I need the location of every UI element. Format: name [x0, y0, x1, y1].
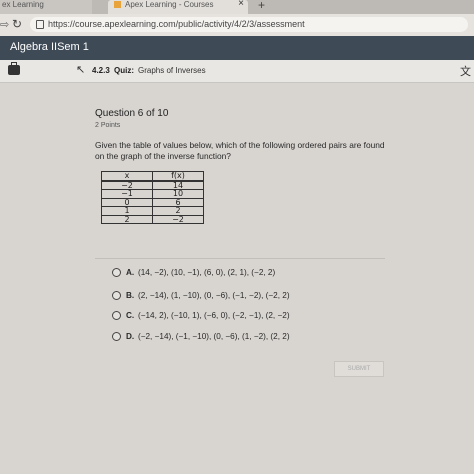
- radio-button[interactable]: [112, 332, 121, 341]
- new-tab-icon[interactable]: +: [258, 0, 265, 12]
- table-row: −1 10: [101, 189, 204, 199]
- table-row: 2 −2: [101, 214, 204, 224]
- table-header-fx: f(x): [152, 171, 204, 182]
- option-letter: C.: [126, 311, 135, 320]
- table-cell: 2: [101, 214, 153, 224]
- table-header-row: x f(x): [101, 171, 204, 182]
- section-divider: [95, 258, 385, 259]
- option-text: (−14, 2), (−10, 1), (−6, 0), (−2, −1), (…: [138, 311, 290, 320]
- values-table: x f(x) −2 14 −1 10 0 6 1 2 2 −2: [101, 171, 204, 224]
- tab-close-icon[interactable]: ×: [238, 0, 244, 9]
- option-letter: D.: [126, 332, 135, 341]
- option-text: (2, −14), (1, −10), (0, −6), (−1, −2), (…: [138, 291, 290, 300]
- url-text: https://course.apexlearning.com/public/a…: [48, 19, 305, 29]
- browser-tab-previous[interactable]: ex Learning: [0, 0, 92, 14]
- table-row: 0 6: [101, 197, 204, 207]
- quiz-label: Quiz:: [114, 66, 134, 75]
- table-row: −2 14: [101, 180, 204, 190]
- question-points: 2 Points: [95, 122, 121, 129]
- browser-tab-active[interactable]: Apex Learning - Courses ×: [108, 0, 248, 14]
- address-bar-row: ⇨ ↻ https://course.apexlearning.com/publ…: [0, 14, 474, 37]
- app-header: Algebra IISem 1: [0, 36, 474, 60]
- radio-button[interactable]: [112, 268, 121, 277]
- radio-button[interactable]: [112, 311, 121, 320]
- option-letter: B.: [126, 291, 135, 300]
- up-arrow-icon[interactable]: ↖: [76, 63, 85, 76]
- question-title: Question 6 of 10: [95, 108, 169, 119]
- question-prompt: Given the table of values below, which o…: [95, 140, 385, 161]
- url-input[interactable]: https://course.apexlearning.com/public/a…: [30, 17, 468, 32]
- lesson-number: 4.2.3: [92, 66, 110, 75]
- table-cell: −1: [101, 189, 153, 199]
- course-title: Algebra IISem 1: [10, 41, 89, 53]
- browser-tab-bar: ex Learning Apex Learning - Courses × +: [0, 0, 474, 14]
- tab-label: ex Learning: [2, 0, 44, 9]
- option-letter: A.: [126, 268, 135, 277]
- table-cell: 10: [152, 189, 204, 199]
- forward-arrow-icon[interactable]: ⇨: [0, 18, 9, 31]
- option-text: (14, −2), (10, −1), (6, 0), (2, 1), (−2,…: [138, 268, 276, 277]
- table-cell: 1: [101, 206, 153, 216]
- apex-favicon-icon: [114, 1, 121, 8]
- table-cell: −2: [152, 214, 204, 224]
- reload-icon[interactable]: ↻: [12, 17, 22, 31]
- table-row: 1 2: [101, 206, 204, 216]
- briefcase-icon[interactable]: [8, 62, 20, 75]
- activity-toolbar: ↖ 4.2.3 Quiz: Graphs of Inverses 文: [0, 60, 474, 83]
- lesson-title: Graphs of Inverses: [138, 66, 206, 75]
- table-header-x: x: [101, 171, 153, 182]
- tab-label: Apex Learning - Courses: [125, 0, 214, 9]
- translate-icon[interactable]: 文: [460, 63, 471, 79]
- table-cell: 2: [152, 206, 204, 216]
- submit-button[interactable]: SUBMIT: [334, 361, 384, 377]
- radio-button[interactable]: [112, 291, 121, 300]
- lock-icon: [36, 20, 44, 29]
- option-text: (−2, −14), (−1, −10), (0, −6), (1, −2), …: [138, 332, 290, 341]
